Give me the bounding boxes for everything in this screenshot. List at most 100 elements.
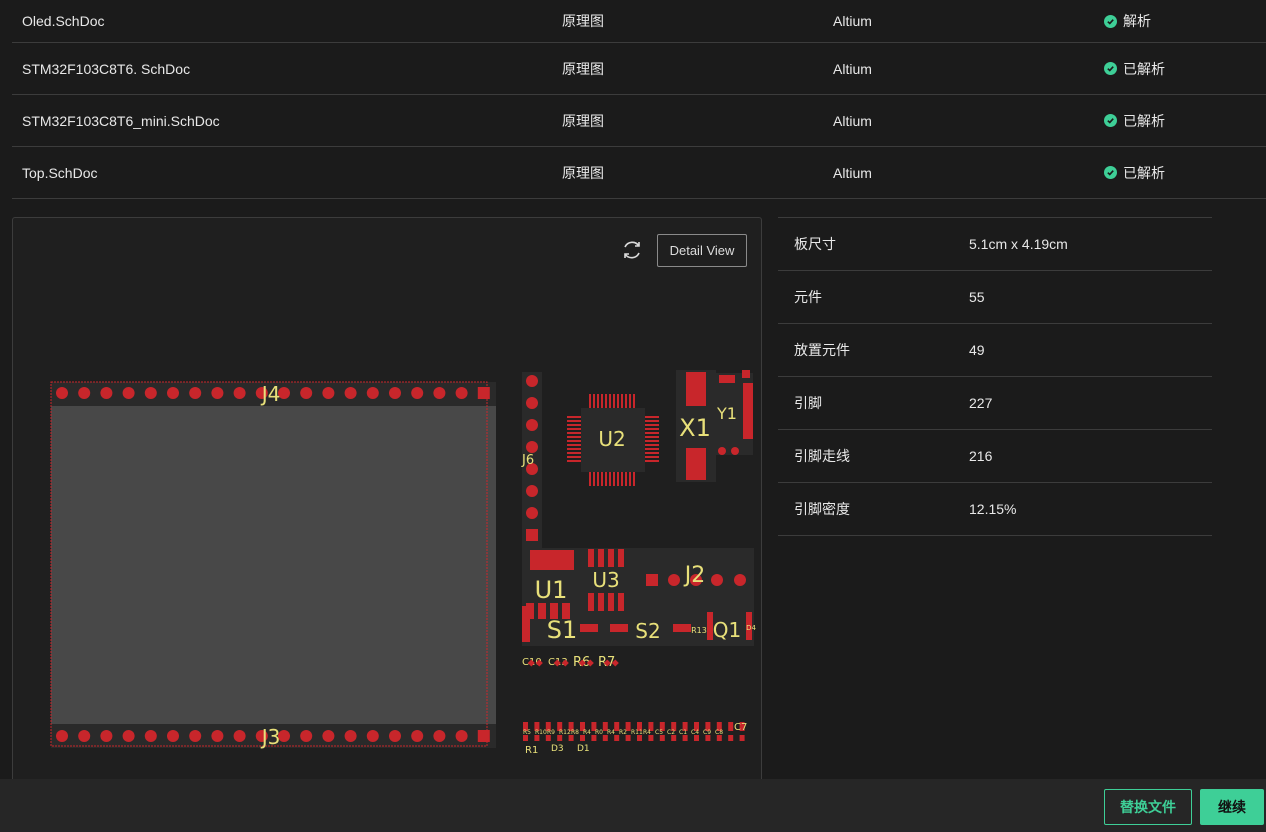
file-row[interactable]: STM32F103C8T6_mini.SchDoc 原理图 Altium 已解析 [12, 95, 1266, 147]
s1-pad [522, 606, 530, 642]
u2-pin [617, 394, 619, 408]
j4-pad [56, 387, 68, 399]
file-name: Oled.SchDoc [22, 13, 105, 29]
j4-pad [78, 387, 91, 399]
j3-pad [300, 730, 313, 742]
file-row[interactable]: STM32F103C8T6. SchDoc 原理图 Altium 已解析 [12, 43, 1266, 95]
j6-pad [526, 529, 538, 541]
j4-pad [366, 387, 379, 399]
designator-d1: D1 [577, 744, 590, 754]
j6-pad [526, 397, 538, 409]
refresh-icon[interactable] [620, 238, 644, 262]
j3-pad [344, 730, 357, 742]
stat-value: 227 [969, 395, 993, 411]
j3-pad [389, 730, 401, 742]
passive-label: R0 [595, 729, 603, 736]
status-label: 已解析 [1123, 112, 1165, 129]
j2-pad [711, 574, 723, 586]
u2-pin [613, 394, 615, 408]
file-status: 解析 [1104, 11, 1151, 31]
passive-label: C9 [703, 729, 711, 736]
file-name: STM32F103C8T6_mini.SchDoc [22, 112, 220, 129]
stat-row: 引脚走线 216 [778, 430, 1212, 483]
u2-pin [589, 394, 591, 408]
j3-pad [144, 730, 157, 742]
passive-label: R4 [583, 729, 591, 736]
u2-pin [567, 424, 581, 426]
passive-label: R8 [571, 729, 579, 736]
j3-pad [477, 730, 490, 742]
check-circle-icon [1104, 114, 1117, 127]
u2-pin [645, 432, 659, 434]
u1-pad [538, 603, 546, 619]
check-circle-icon [1104, 166, 1117, 179]
passive-label: C2 [667, 729, 675, 736]
j4-pad [100, 387, 113, 399]
designator-u1: U1 [535, 576, 568, 604]
passive-label: R11 [631, 729, 643, 736]
file-type: 原理图 [562, 164, 604, 181]
u2-pin [605, 472, 607, 486]
replace-file-button[interactable]: 替换文件 [1104, 789, 1192, 825]
j4-pad [344, 387, 357, 399]
u2-pin [567, 416, 581, 418]
j4-pad [455, 387, 468, 399]
status-label: 已解析 [1123, 164, 1165, 181]
passive-label: R5 [523, 729, 531, 736]
passive-pad [728, 722, 734, 731]
j4-pad [189, 387, 202, 399]
u2-pin [645, 416, 659, 418]
j4-pad [300, 387, 313, 399]
stat-value: 49 [969, 342, 985, 358]
stat-row: 元件 55 [778, 271, 1212, 324]
u2-pin [589, 472, 591, 486]
file-tool: Altium [833, 13, 872, 29]
oled-display-area [51, 406, 496, 724]
u2-pin [645, 424, 659, 426]
file-tool: Altium [833, 112, 872, 129]
passive-label: C5 [655, 729, 663, 736]
detail-view-button[interactable]: Detail View [657, 234, 747, 267]
u2-pin [567, 448, 581, 450]
u2-pin [609, 472, 611, 486]
u3-pin [598, 549, 604, 567]
u2-pin [645, 448, 659, 450]
s1-pad [580, 624, 598, 632]
stat-value: 55 [969, 289, 985, 305]
j6-pad [526, 485, 538, 497]
passive-pad [739, 735, 745, 741]
stat-label: 引脚 [794, 395, 822, 411]
file-row[interactable]: Top.SchDoc 原理图 Altium 已解析 [12, 147, 1266, 199]
designator-u3: U3 [592, 568, 619, 592]
s2-pad [610, 624, 628, 632]
continue-button[interactable]: 继续 [1200, 789, 1264, 825]
file-row[interactable]: Oled.SchDoc 原理图 Altium 解析 [12, 0, 1266, 43]
designator-j2: J2 [683, 563, 706, 588]
stat-row: 放置元件 49 [778, 324, 1212, 377]
j3-pad [322, 730, 335, 742]
u2-pin [605, 394, 607, 408]
j3-pad [167, 730, 179, 742]
u2-pin [567, 428, 581, 430]
pcb-layout: J4 J3 J6 U2 X1 Y1 U1 U3 J2 S1 S2 R13 Q1 … [50, 370, 756, 756]
y1-pad [719, 375, 735, 383]
y1-pad [742, 370, 750, 378]
stat-row: 引脚 227 [778, 377, 1212, 430]
u2-pin [593, 394, 595, 408]
j6-pad [526, 441, 538, 453]
u2-pin [593, 472, 595, 486]
designator-r1: R1 [525, 745, 538, 756]
y1-pad [718, 447, 726, 455]
file-tool: Altium [833, 60, 872, 77]
u2-pin [609, 394, 611, 408]
file-table: Oled.SchDoc 原理图 Altium 解析 STM32F103C8T6.… [12, 0, 1266, 199]
passive-label: C1 [679, 729, 687, 736]
j4-pad [411, 387, 424, 399]
u2-pin [567, 440, 581, 442]
check-circle-icon [1104, 14, 1117, 28]
u2-pin [617, 472, 619, 486]
file-tool: Altium [833, 164, 872, 181]
pcb-preview-panel: J4 J3 J6 U2 X1 Y1 U1 U3 J2 S1 S2 R13 Q1 … [12, 217, 762, 792]
designator-d3: D3 [551, 744, 564, 754]
file-type: 原理图 [562, 112, 604, 129]
